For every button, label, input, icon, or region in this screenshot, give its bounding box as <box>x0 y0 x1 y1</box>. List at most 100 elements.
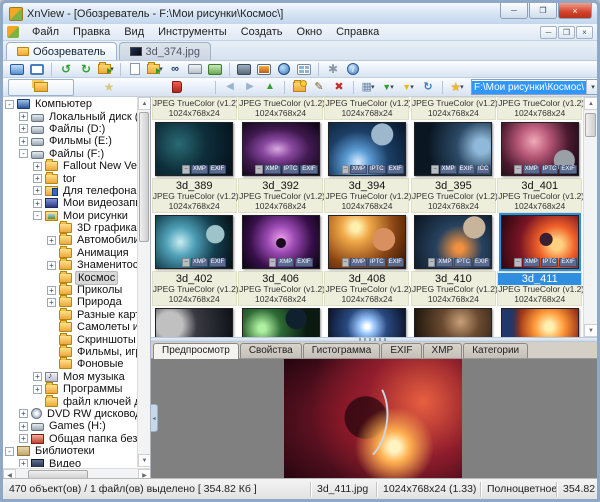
new-folder-button[interactable] <box>290 80 308 95</box>
expander-icon[interactable]: + <box>19 112 28 122</box>
expander-icon[interactable]: + <box>19 459 28 467</box>
tree-item-planes[interactable]: Самолеты и верт <box>3 320 138 333</box>
expander-icon[interactable]: + <box>47 235 56 245</box>
back-button[interactable]: ◀ <box>221 80 239 95</box>
menu-help[interactable]: Справка <box>329 25 386 39</box>
tree-item-files-f[interactable]: - Файлы (F:) <box>3 148 138 160</box>
fullscreen-button[interactable] <box>28 62 46 77</box>
menu-view[interactable]: Вид <box>117 25 151 39</box>
tree-item-kosmos[interactable]: Космос <box>3 270 138 285</box>
scroll-up-icon[interactable]: ▲ <box>138 97 150 110</box>
file-thumbnail[interactable]: – XMP IPTC EXIF <box>241 122 320 176</box>
file-thumbnail[interactable] <box>241 308 320 337</box>
copy-to-folder-button[interactable]: ▾ <box>97 62 115 77</box>
file-cell-3d-392[interactable]: – XMP IPTC EXIF 3d_392 JPEG TrueColor (v1.2)… <box>237 121 325 214</box>
tree-item-wallpapers[interactable]: Фоновые <box>3 357 138 370</box>
file-cell-clipped[interactable] <box>151 307 237 337</box>
tree-item-music[interactable]: + Моя музыка <box>3 371 138 383</box>
filter-button[interactable]: ▼ ▾ <box>399 80 417 95</box>
file-cell-clipped[interactable]: JPEG TrueColor (v1.2) 1024x768x24 <box>151 97 237 121</box>
minimize-button[interactable]: ─ <box>500 3 528 19</box>
rotate-left-button[interactable]: ↺ <box>57 62 75 77</box>
rotate-right-button[interactable]: ↻ <box>77 62 95 77</box>
tree-item-videos[interactable]: + Мои видеозаписи <box>3 197 138 209</box>
expander-icon[interactable]: + <box>47 297 56 307</box>
file-cell-3d-410[interactable]: – XMP IPTC EXIF 3d_410 JPEG TrueColor (v1.2)… <box>410 214 498 307</box>
search-button[interactable]: ∞ <box>166 62 184 77</box>
mdi-minimize-button[interactable]: ─ <box>540 25 557 39</box>
menu-window[interactable]: Окно <box>290 25 330 39</box>
expander-icon[interactable]: + <box>33 198 42 208</box>
tree-item-films-games[interactable]: Фильмы, игры <box>3 345 138 358</box>
expander-icon[interactable]: + <box>19 434 28 444</box>
menu-file[interactable]: Файл <box>25 25 66 39</box>
folders-panel-button[interactable] <box>8 78 74 96</box>
tree-item-key-file[interactable]: файл ключей для <box>3 394 138 408</box>
tab-image-3d374[interactable]: 3d_374.jpg <box>118 42 211 60</box>
maximize-button[interactable]: ❐ <box>529 3 557 19</box>
tree-item-films-e[interactable]: + Фильмы (E:) <box>3 135 138 147</box>
menu-edit[interactable]: Правка <box>66 25 117 39</box>
tree-item-pictures[interactable]: - Мои рисунки <box>3 210 138 222</box>
collapse-pane-button[interactable]: ◂ <box>151 404 158 432</box>
scrollbar-thumb[interactable] <box>139 112 149 242</box>
refresh-button[interactable]: ↻ <box>419 80 437 95</box>
file-cell-clipped[interactable] <box>237 307 323 337</box>
file-thumbnail[interactable]: – XMP IPTC EXIF <box>327 122 406 176</box>
tab-preview[interactable]: Предпросмотр <box>153 343 239 359</box>
scroll-up-icon[interactable]: ▲ <box>584 97 597 110</box>
file-thumbnail[interactable]: – XMP IPTC EXIF <box>327 215 406 269</box>
file-cell-clipped[interactable] <box>410 307 496 337</box>
view-mode-button[interactable]: ▦ ▾ <box>359 80 377 95</box>
capture-button[interactable] <box>235 62 253 77</box>
file-cell-clipped[interactable] <box>324 307 410 337</box>
tab-properties[interactable]: Свойства <box>239 343 302 358</box>
expander-icon[interactable]: + <box>33 174 42 184</box>
tree-item-programs[interactable]: + Программы <box>3 382 138 395</box>
address-dropdown-button[interactable]: ▾ <box>586 80 597 94</box>
tree-item-animation[interactable]: Анимация <box>3 245 138 259</box>
file-thumbnail[interactable] <box>500 308 579 337</box>
file-cell-3d-408[interactable]: – XMP IPTC EXIF 3d_408 JPEG TrueColor (v1.2)… <box>324 214 411 307</box>
file-cell-3d-395[interactable]: – XMP EXIF ICC 3d_395 JPEG TrueColor (v1.2) 1… <box>410 121 498 214</box>
expander-icon[interactable]: + <box>33 186 42 196</box>
tree-item-computer[interactable]: - Компьютер <box>3 98 138 110</box>
expander-icon[interactable]: - <box>5 99 14 109</box>
file-cell-clipped[interactable]: JPEG TrueColor (v1.2) 1024x768x24 <box>497 97 583 121</box>
tab-xmp[interactable]: XMP <box>422 343 463 358</box>
favorites-panel-button[interactable]: ★ <box>76 79 142 96</box>
file-thumbnail[interactable]: – XMP IPTC EXIF <box>414 215 493 269</box>
file-cell-clipped[interactable]: JPEG TrueColor (v1.2) 1024x768x24 <box>324 97 410 121</box>
file-thumbnail[interactable] <box>414 308 493 337</box>
file-cell-clipped[interactable]: JPEG TrueColor (v1.2) 1024x768x24 <box>410 97 497 121</box>
expander-icon[interactable]: + <box>19 421 28 431</box>
tree-item-screenshots[interactable]: Скриншоты <box>3 332 138 346</box>
title-bar[interactable]: XnView - [Обозреватель - F:\Мои рисунки\… <box>3 3 597 24</box>
tree-item-disk-c[interactable]: + Локальный диск (C:) <box>3 110 138 123</box>
mdi-restore-button[interactable]: ❐ <box>558 25 575 39</box>
file-cell-3d-402[interactable]: – XMP EXIF 3d_402 JPEG TrueColor (v1.2) 1024… <box>151 214 239 307</box>
scroll-down-icon[interactable]: ▼ <box>584 324 597 337</box>
wallpaper-button[interactable] <box>255 62 273 77</box>
expander-icon[interactable]: - <box>33 211 42 221</box>
print-button[interactable] <box>186 62 204 77</box>
menu-tools[interactable]: Инструменты <box>151 25 234 39</box>
categories-panel-button[interactable] <box>144 79 210 96</box>
delete-button[interactable]: ✖ <box>330 80 348 95</box>
tab-categories[interactable]: Категории <box>463 343 529 358</box>
scrollbar-thumb[interactable] <box>585 113 596 137</box>
tree-item-3d-graphics[interactable]: 3D графика <box>3 221 138 234</box>
tree-item-dvd-drive[interactable]: + DVD RW дисковод (G: <box>3 408 138 420</box>
file-thumbnail[interactable]: – XMP EXIF <box>155 122 234 176</box>
expander-icon[interactable]: + <box>19 409 28 419</box>
file-cell-3d-394[interactable]: – XMP IPTC EXIF 3d_394 JPEG TrueColor (v1.2)… <box>324 121 411 214</box>
contact-sheet-button[interactable] <box>295 62 313 77</box>
expander-icon[interactable]: - <box>19 149 28 159</box>
file-thumbnail[interactable] <box>155 308 234 337</box>
tab-histogram[interactable]: Гистограмма <box>302 343 381 358</box>
tree-item-games-h[interactable]: + Games (H:) <box>3 420 138 432</box>
scroll-down-icon[interactable]: ▼ <box>138 454 150 467</box>
tree-item-shared-folder[interactable]: + Общая папка безопа <box>3 433 138 445</box>
forward-button[interactable]: ▶ <box>241 80 259 95</box>
file-thumbnail[interactable]: – XMP EXIF <box>155 215 234 269</box>
